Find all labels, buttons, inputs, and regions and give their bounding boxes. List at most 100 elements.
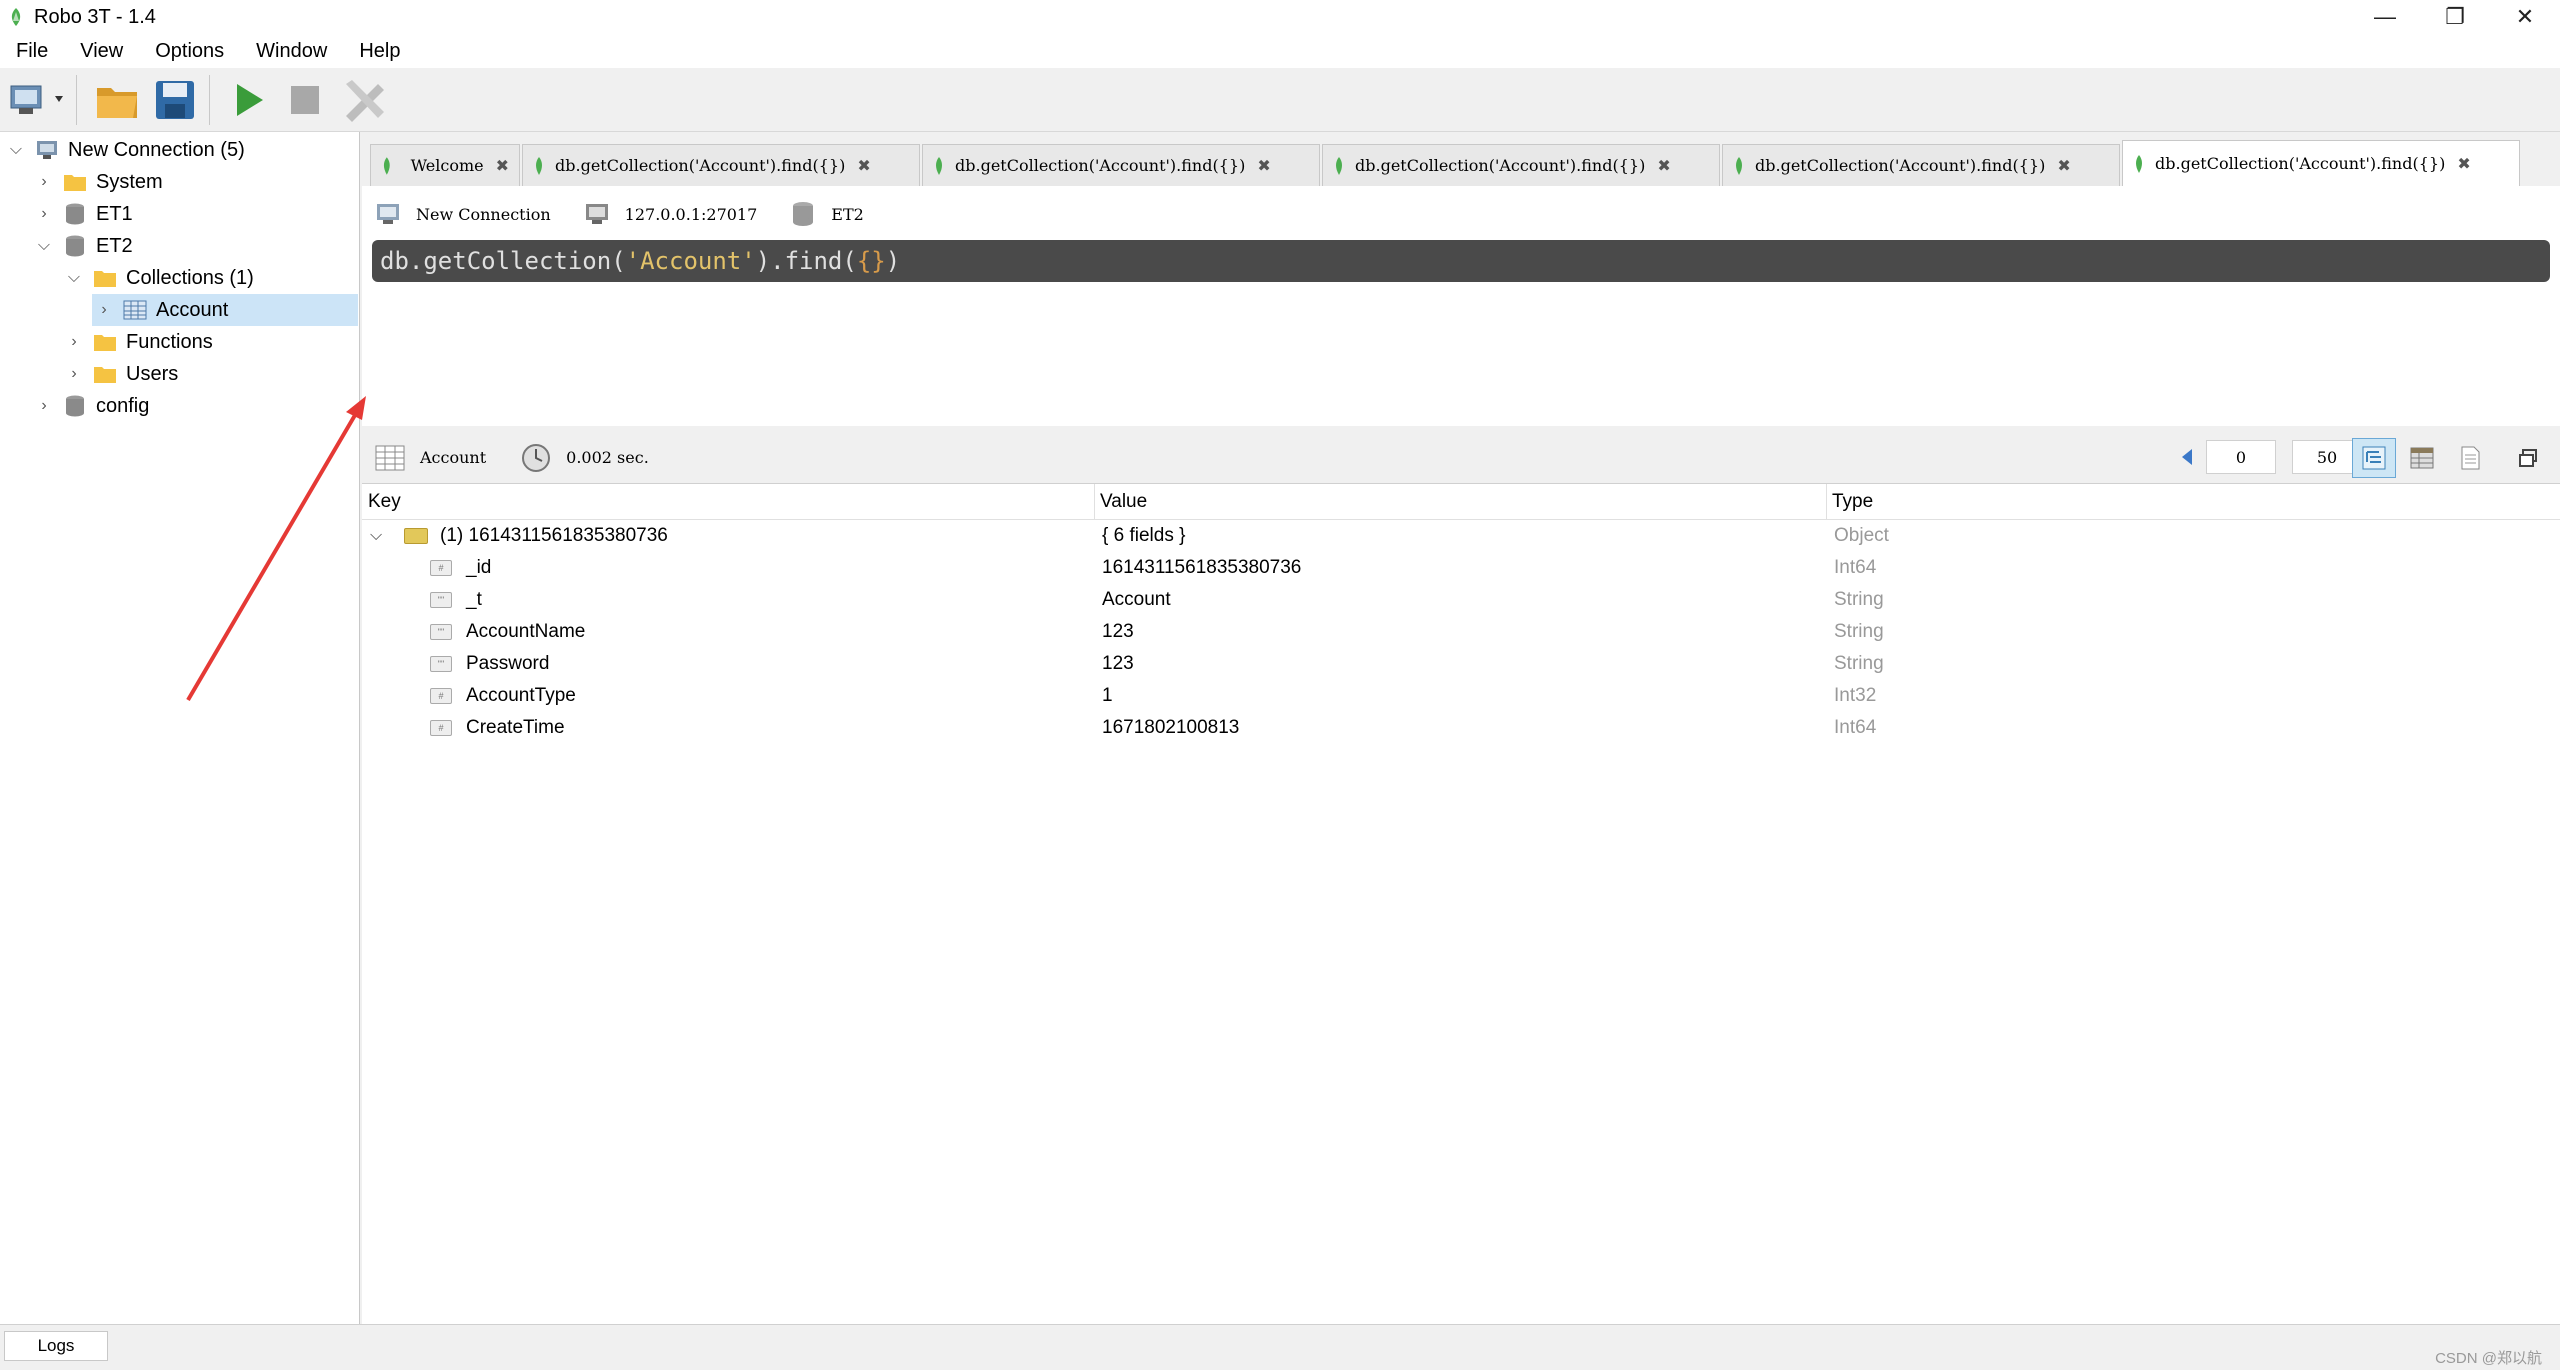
tree-db-label: config: [96, 394, 150, 417]
tree-db-label: ET2: [96, 234, 133, 257]
tree-db-label: System: [96, 170, 163, 193]
open-button[interactable]: [91, 72, 143, 128]
grid-header: Key Value Type: [362, 484, 2560, 520]
tab-close-icon[interactable]: ✖: [857, 156, 870, 175]
text-view-button[interactable]: [2448, 438, 2492, 478]
tree-functions[interactable]: › Functions: [62, 326, 212, 358]
query-editor[interactable]: db.getCollection('Account').find({}): [372, 240, 2550, 282]
database-icon: [62, 202, 88, 226]
tree-view-button[interactable]: [2352, 438, 2396, 478]
header-type[interactable]: Type: [1826, 484, 2560, 520]
field-type: Int32: [1834, 685, 1877, 706]
tree-db-et2[interactable]: ⌵ ET2: [32, 230, 133, 262]
mongodb-leaf-icon: [2136, 154, 2142, 173]
maximize-results-button[interactable]: [2506, 438, 2550, 478]
field-value: 123: [1102, 621, 1134, 642]
menu-file[interactable]: File: [0, 40, 64, 63]
tab-query-4[interactable]: db.getCollection('Account').find({}) ✖: [1722, 144, 2120, 186]
host-icon: [583, 201, 611, 227]
database-icon: [62, 394, 88, 418]
table-view-icon: [2410, 447, 2434, 469]
watermark: CSDN @郑以航: [2435, 1350, 2542, 1367]
menu-options[interactable]: Options: [139, 40, 240, 63]
field-key: _id: [466, 557, 492, 578]
logs-tab[interactable]: Logs: [4, 1331, 108, 1361]
run-button[interactable]: [224, 72, 274, 128]
chevron-down-icon[interactable]: ⌵: [370, 527, 390, 545]
field-key: Password: [466, 653, 550, 674]
close-button[interactable]: ✕: [2490, 0, 2560, 34]
chevron-down-icon[interactable]: ⌵: [32, 234, 56, 258]
tab-strip: Welcome ✖ db.getCollection('Account').fi…: [362, 140, 2560, 186]
tab-query-2[interactable]: db.getCollection('Account').find({}) ✖: [922, 144, 1320, 186]
tree-users[interactable]: › Users: [62, 358, 178, 390]
tree-view-icon: [2362, 446, 2386, 470]
chevron-right-icon[interactable]: ›: [62, 330, 86, 354]
tab-query-1[interactable]: db.getCollection('Account').find({}) ✖: [522, 144, 920, 186]
number-field-icon: #: [430, 688, 452, 704]
tree-collections-folder[interactable]: ⌵ Collections (1): [62, 262, 254, 294]
tab-query-3[interactable]: db.getCollection('Account').find({}) ✖: [1322, 144, 1720, 186]
restore-button[interactable]: ❐: [2420, 0, 2490, 34]
save-button[interactable]: [149, 72, 201, 128]
field-row[interactable]: "" Password 123 String: [362, 648, 2560, 680]
folder-icon: [62, 170, 88, 194]
status-bar: Logs CSDN @郑以航: [0, 1324, 2560, 1370]
tree-db-config[interactable]: › config: [32, 390, 149, 422]
tab-close-icon[interactable]: ✖: [2457, 154, 2470, 173]
header-value[interactable]: Value: [1094, 484, 1826, 520]
page-prev-icon[interactable]: [2178, 445, 2198, 469]
field-value: 123: [1102, 653, 1134, 674]
tab-query-active[interactable]: db.getCollection('Account').find({}) ✖: [2122, 140, 2520, 186]
string-field-icon: "": [430, 656, 452, 672]
explorer-tree: ⌵ New Connection (5) › System › ET1 ⌵ ET…: [0, 132, 360, 1324]
field-row[interactable]: "" _t Account String: [362, 584, 2560, 616]
menu-help[interactable]: Help: [343, 40, 416, 63]
tree-connection[interactable]: ⌵ New Connection (5): [4, 134, 245, 166]
chevron-right-icon[interactable]: ›: [32, 170, 56, 194]
field-type: Int64: [1834, 717, 1877, 738]
tree-db-system[interactable]: › System: [32, 166, 163, 198]
chevron-down-icon[interactable]: ⌵: [62, 266, 86, 290]
connection-name: New Connection: [416, 204, 551, 224]
tab-close-icon[interactable]: ✖: [1257, 156, 1270, 175]
chevron-right-icon[interactable]: ›: [32, 394, 56, 418]
connect-button[interactable]: [6, 72, 68, 128]
field-row[interactable]: # _id 1614311561835380736 Int64: [362, 552, 2560, 584]
tree-db-et1[interactable]: › ET1: [32, 198, 133, 230]
results-toolbar: Account 0.002 sec.: [362, 432, 2560, 484]
tab-close-icon[interactable]: ✖: [1657, 156, 1670, 175]
field-row[interactable]: # AccountType 1 Int32: [362, 680, 2560, 712]
connection-host: 127.0.0.1:27017: [624, 204, 758, 224]
server-icon: [34, 138, 60, 162]
document-key: (1) 1614311561835380736: [440, 525, 668, 546]
chevron-right-icon[interactable]: ›: [92, 298, 116, 322]
stop-button[interactable]: [280, 72, 330, 128]
tools-button[interactable]: [336, 72, 392, 128]
minimize-button[interactable]: —: [2350, 0, 2420, 34]
chevron-right-icon[interactable]: ›: [32, 202, 56, 226]
tree-collections-label: Collections (1): [126, 266, 254, 289]
chevron-right-icon[interactable]: ›: [62, 362, 86, 386]
field-row[interactable]: # CreateTime 1671802100813 Int64: [362, 712, 2560, 744]
menu-window[interactable]: Window: [240, 40, 343, 63]
menu-view[interactable]: View: [64, 40, 139, 63]
field-key: _t: [466, 589, 482, 610]
document-icon: [404, 528, 428, 544]
tab-welcome[interactable]: Welcome ✖: [370, 144, 520, 186]
header-key[interactable]: Key: [362, 484, 1094, 520]
field-row[interactable]: "" AccountName 123 String: [362, 616, 2560, 648]
tree-collection-account[interactable]: › Account: [92, 294, 358, 326]
stop-icon: [291, 85, 319, 114]
skip-input[interactable]: [2206, 440, 2276, 474]
table-icon: [122, 298, 148, 322]
table-view-button[interactable]: [2400, 438, 2444, 478]
run-icon: [237, 83, 263, 116]
tab-close-icon[interactable]: ✖: [2057, 156, 2070, 175]
maximize-icon: [2519, 449, 2537, 467]
tab-close-icon[interactable]: ✖: [496, 156, 509, 175]
mongodb-leaf-icon: [936, 156, 942, 175]
chevron-down-icon[interactable]: ⌵: [4, 138, 28, 162]
tree-collection-label: Account: [156, 298, 229, 321]
document-row[interactable]: ⌵ (1) 1614311561835380736 { 6 fields } O…: [362, 520, 2560, 552]
